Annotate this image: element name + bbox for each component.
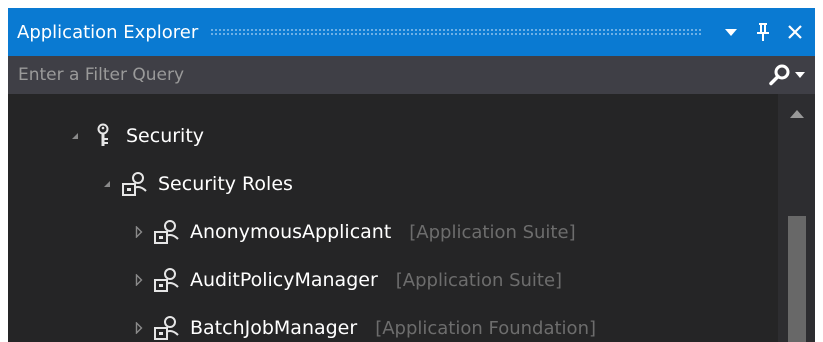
search-button[interactable] bbox=[769, 56, 815, 94]
title-grip bbox=[210, 27, 701, 37]
tree-node-label: BatchJobManager bbox=[190, 317, 358, 339]
tree-expander[interactable] bbox=[68, 129, 82, 143]
application-explorer-window: Application Explorer Enter a Filter Quer… bbox=[8, 8, 815, 342]
filter-bar bbox=[8, 55, 815, 95]
tree-node-security[interactable]: Security bbox=[68, 118, 204, 154]
tree-expander[interactable] bbox=[132, 225, 146, 239]
security-role-icon bbox=[152, 217, 182, 247]
title-bar[interactable]: Application Explorer bbox=[8, 8, 815, 56]
tree-node-label: Security bbox=[126, 125, 205, 147]
tree-node-label: Security Roles bbox=[158, 173, 293, 195]
tree-node-security-roles[interactable]: Security Roles bbox=[100, 166, 293, 202]
triangle-down-icon bbox=[725, 29, 737, 36]
tree-node-model: [Application Suite] bbox=[395, 269, 563, 291]
tree-view: Security Security Roles AnonymousApplica… bbox=[8, 94, 778, 342]
window-title: Application Explorer bbox=[17, 21, 199, 43]
security-key-icon bbox=[88, 121, 118, 151]
tree-node-label: AnonymousApplicant bbox=[190, 221, 392, 243]
vertical-scrollbar[interactable] bbox=[778, 94, 815, 342]
security-roles-icon bbox=[120, 169, 150, 199]
security-role-icon bbox=[152, 265, 182, 295]
close-icon bbox=[788, 25, 802, 39]
pin-button[interactable] bbox=[747, 16, 779, 48]
chevron-down-icon bbox=[795, 72, 805, 78]
tree-node-model: [Application Foundation] bbox=[375, 317, 597, 339]
collapsed-arrow-icon bbox=[135, 274, 143, 286]
collapsed-arrow-icon bbox=[135, 226, 143, 238]
tree-node-audit-policy-manager[interactable]: AuditPolicyManager [Application Suite] bbox=[132, 262, 562, 298]
search-icon bbox=[769, 64, 790, 86]
tree-expander[interactable] bbox=[132, 273, 146, 287]
tree-node-batch-job-manager[interactable]: BatchJobManager [Application Foundation] bbox=[132, 310, 596, 342]
tree-expander[interactable] bbox=[100, 177, 114, 191]
tree-node-model: [Application Suite] bbox=[409, 221, 576, 243]
triangle-up-icon bbox=[789, 110, 804, 118]
close-button[interactable] bbox=[779, 16, 811, 48]
collapsed-arrow-icon bbox=[135, 322, 143, 334]
tree-node-anonymous-applicant[interactable]: AnonymousApplicant [Application Suite] bbox=[132, 214, 576, 250]
expanded-arrow-icon bbox=[72, 133, 78, 139]
scroll-thumb[interactable] bbox=[788, 216, 806, 342]
expanded-arrow-icon bbox=[104, 181, 110, 187]
filter-query-input[interactable] bbox=[8, 55, 769, 95]
pin-icon bbox=[757, 23, 769, 41]
scroll-up-button[interactable] bbox=[778, 102, 815, 126]
tree-expander[interactable] bbox=[132, 321, 146, 335]
security-role-icon bbox=[152, 313, 182, 342]
tree-node-label: AuditPolicyManager bbox=[190, 269, 378, 291]
window-position-dropdown-button[interactable] bbox=[715, 16, 747, 48]
